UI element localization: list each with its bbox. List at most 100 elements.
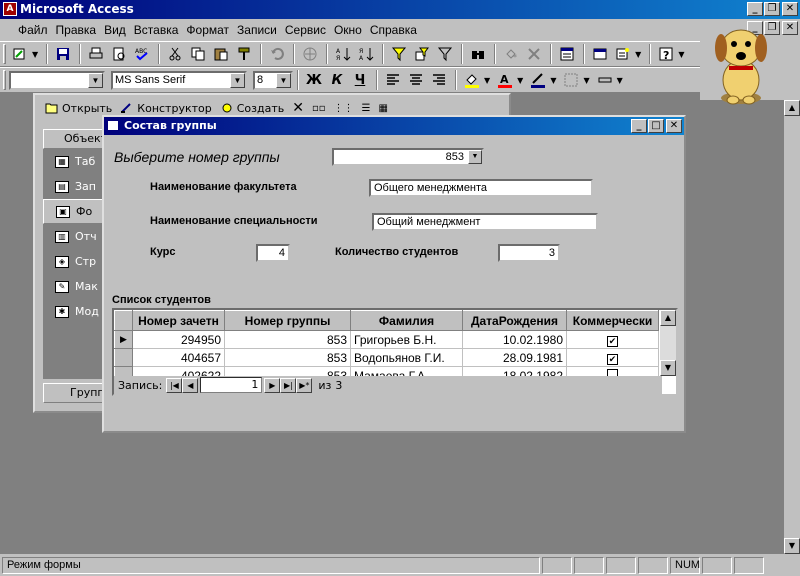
chevron-down-icon[interactable]: ▼ [468,150,482,164]
help-icon[interactable]: ? [655,43,677,65]
cell-record-no[interactable]: 294950 [132,330,225,349]
column-header-group[interactable]: Номер группы [224,310,351,331]
line-color-dropdown-icon[interactable]: ▼ [550,76,556,85]
delete-record-icon[interactable] [523,43,545,65]
students-count-field[interactable]: 3 [498,244,560,262]
properties-icon[interactable] [556,43,578,65]
sort-descending-icon[interactable]: ЯА [355,43,377,65]
new-record-icon[interactable]: * [500,43,522,65]
commercial-checkbox[interactable]: ✔ [607,353,618,365]
new-object-dropdown-icon[interactable] [612,43,634,65]
line-width-dropdown-icon[interactable]: ▼ [583,76,589,85]
next-record-icon[interactable]: ▶ [264,377,281,393]
fill-color-icon[interactable] [461,69,483,91]
cell-group[interactable]: 853 [224,330,351,349]
filter-by-selection-icon[interactable] [388,43,410,65]
db-create-button[interactable]: Создать [216,102,289,115]
row-selector-current[interactable]: ▶ [114,330,133,349]
db-open-button[interactable]: Открыть [41,102,116,115]
find-icon[interactable] [467,43,489,65]
toolbar-grip[interactable] [3,70,6,90]
form-minimize-button[interactable]: _ [631,119,647,133]
menu-window[interactable]: Окно [330,23,366,37]
object-combo[interactable]: ▼ [9,70,105,90]
app-close-button[interactable]: ✕ [782,2,798,16]
view-icon[interactable] [9,43,31,65]
preview-icon[interactable] [108,43,130,65]
font-color-dropdown-icon[interactable]: ▼ [517,76,523,85]
cut-icon[interactable] [164,43,186,65]
column-header-record-no[interactable]: Номер зачетн [132,310,225,331]
cell-birth-date[interactable]: 10.02.1980 [462,330,567,349]
menu-tools[interactable]: Сервис [281,23,330,37]
current-record-input[interactable]: 1 [200,377,263,393]
print-icon[interactable] [85,43,107,65]
cell-surname[interactable]: Григорьев Б.Н. [350,330,463,349]
align-center-icon[interactable] [405,69,427,91]
doc-close-button[interactable]: ✕ [782,21,798,35]
menu-help[interactable]: Справка [366,23,421,37]
row-selector-header[interactable] [114,310,133,331]
align-left-icon[interactable] [382,69,404,91]
toolbar-grip[interactable] [3,44,6,64]
course-field[interactable]: 4 [256,244,290,262]
cell-surname[interactable]: Водопьянов Г.И. [350,348,463,367]
cell-birth-date[interactable]: 28.09.1981 [462,348,567,367]
filter-by-form-icon[interactable] [411,43,433,65]
form-maximize-button[interactable]: □ [648,119,664,133]
line-width-icon[interactable] [560,69,582,91]
group-number-combo[interactable]: 853 ▼ [332,148,484,166]
db-list-button[interactable]: ☰ [358,103,375,114]
scroll-up-icon[interactable]: ▲ [660,310,676,326]
form-title-bar[interactable]: Состав группы _ □ ✕ [104,117,684,135]
font-color-icon[interactable]: A [494,69,516,91]
workspace-vertical-scrollbar[interactable]: ▲ ▼ [784,100,800,554]
first-record-icon[interactable]: |◀ [166,377,183,393]
last-record-icon[interactable]: ▶| [280,377,297,393]
db-details-button[interactable]: ▦ [375,103,392,114]
help-dropdown-icon[interactable]: ▼ [678,50,684,59]
copy-icon[interactable] [187,43,209,65]
table-row[interactable]: 404657 853 Водопьянов Г.И. 28.09.1981 ✔ [114,348,659,367]
chevron-down-icon[interactable]: ▼ [230,72,245,88]
menu-file[interactable]: Файл [14,23,52,37]
app-restore-button[interactable]: ❐ [764,2,780,16]
chevron-down-icon[interactable]: ▼ [88,72,103,88]
subform-vertical-scrollbar[interactable]: ▲ ▼ [660,310,676,376]
underline-button[interactable]: Ч [349,69,371,91]
menu-view[interactable]: Вид [100,23,130,37]
faculty-field[interactable]: Общего менеджмента [369,179,593,197]
scroll-down-icon[interactable]: ▼ [784,538,800,554]
db-large-icons-button[interactable]: ▫▫ [308,103,330,114]
commercial-checkbox[interactable]: ✔ [607,335,618,347]
db-designer-button[interactable]: Конструктор [116,102,215,115]
previous-record-icon[interactable]: ◀ [182,377,199,393]
menu-records[interactable]: Записи [233,23,281,37]
app-minimize-button[interactable]: _ [747,2,763,16]
format-painter-icon[interactable] [233,43,255,65]
cell-group[interactable]: 853 [224,348,351,367]
view-dropdown-icon[interactable]: ▼ [32,50,38,59]
italic-button[interactable]: К [326,69,348,91]
special-effect-dropdown-icon[interactable]: ▼ [617,76,623,85]
special-effect-icon[interactable] [594,69,616,91]
assistant-dog-icon[interactable] [705,20,775,110]
scroll-down-icon[interactable]: ▼ [660,360,676,376]
line-color-icon[interactable] [527,69,549,91]
bold-button[interactable]: Ж [303,69,325,91]
chevron-down-icon[interactable]: ▼ [276,72,291,88]
paste-icon[interactable] [210,43,232,65]
apply-filter-icon[interactable] [434,43,456,65]
database-window-icon[interactable] [589,43,611,65]
undo-icon[interactable] [266,43,288,65]
menu-insert[interactable]: Вставка [130,23,183,37]
column-header-commercial[interactable]: Коммерчески [566,310,659,331]
hyperlink-icon[interactable] [299,43,321,65]
db-small-icons-button[interactable]: ⋮⋮ [330,103,358,114]
save-icon[interactable] [52,43,74,65]
menu-format[interactable]: Формат [182,23,233,37]
cell-record-no[interactable]: 404657 [132,348,225,367]
new-object-arrow-icon[interactable]: ▼ [635,50,641,59]
fill-color-dropdown-icon[interactable]: ▼ [484,76,490,85]
form-close-button[interactable]: ✕ [666,119,682,133]
